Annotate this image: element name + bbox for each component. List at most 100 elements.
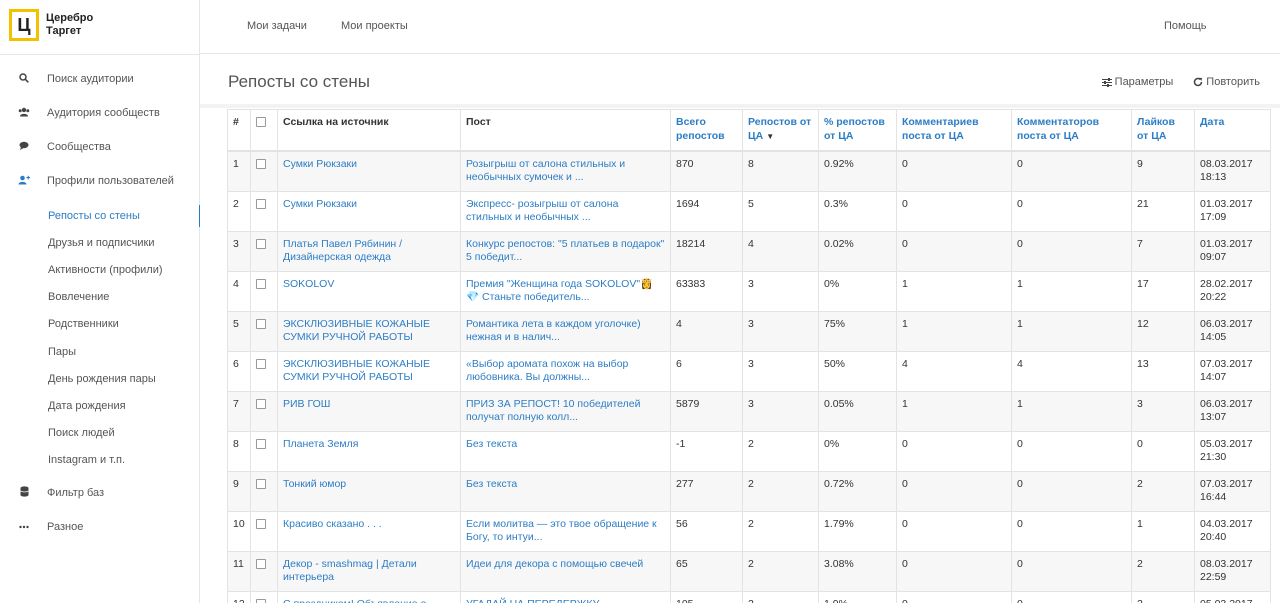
cell-comments: 0 xyxy=(896,550,1012,592)
cell-source[interactable]: Платья Павел Рябинин / Дизайнерская одеж… xyxy=(277,230,461,272)
reposts-table-container[interactable]: # Ссылка на источник Пост Всего репостов… xyxy=(227,109,1280,603)
sidebar-subitem-friends-followers[interactable]: Друзья и подписчики xyxy=(0,229,200,256)
cell-post[interactable]: Романтика лета в каждом уголочке) нежная… xyxy=(460,310,671,352)
cell-commenters: 0 xyxy=(1011,470,1132,512)
cell-source[interactable]: РИВ ГОШ xyxy=(277,390,461,432)
cell-source[interactable]: ЭКСКЛЮЗИВНЫЕ КОЖАНЫЕ СУМКИ РУЧНОЙ РАБОТЫ xyxy=(277,350,461,392)
column-header-commenters[interactable]: Комментаторов поста от ЦА xyxy=(1011,109,1132,152)
cell-post[interactable]: Без текста xyxy=(460,470,671,512)
cell-num: 8 xyxy=(227,430,251,472)
column-header-comments[interactable]: Комментариев поста от ЦА xyxy=(896,109,1012,152)
sidebar-subitem-couples[interactable]: Пары xyxy=(0,338,200,365)
row-checkbox[interactable] xyxy=(256,198,266,209)
page-title: Репосты со стены xyxy=(228,72,370,91)
cell-source[interactable]: Тонкий юмор xyxy=(277,470,461,512)
help-link[interactable]: Помощь xyxy=(1164,20,1207,32)
cell-select xyxy=(250,430,278,472)
cell-total: -1 xyxy=(670,430,743,472)
sidebar-item-communities[interactable]: Сообщества xyxy=(0,130,200,164)
cell-commenters: 0 xyxy=(1011,590,1132,603)
sidebar-item-label: Разное xyxy=(47,520,84,533)
cell-post[interactable]: «Выбор аромата похож на выбор любовника.… xyxy=(460,350,671,392)
cell-num: 10 xyxy=(227,510,251,552)
logo-mark: Ц xyxy=(9,9,39,41)
cell-commenters: 0 xyxy=(1011,230,1132,272)
cell-num: 1 xyxy=(227,150,251,192)
sidebar-item-user-profiles[interactable]: Профили пользователей xyxy=(0,164,200,198)
row-checkbox[interactable] xyxy=(256,518,266,529)
column-header-reposts-ca[interactable]: Репостов от ЦА ▼ xyxy=(742,109,819,152)
row-checkbox[interactable] xyxy=(256,558,266,569)
logo[interactable]: Ц Церебро Таргет xyxy=(9,9,93,41)
sidebar-item-misc[interactable]: Разное xyxy=(0,510,200,544)
row-checkbox[interactable] xyxy=(256,278,266,289)
refresh-icon xyxy=(1194,77,1203,87)
cell-post[interactable]: Экспресс- розыгрыш от салона стильных и … xyxy=(460,190,671,232)
cell-commenters: 0 xyxy=(1011,150,1132,192)
cell-likes: 2 xyxy=(1131,550,1195,592)
repeat-button[interactable]: Повторить xyxy=(1193,76,1260,88)
row-checkbox[interactable] xyxy=(256,318,266,329)
sidebar-item-base-filter[interactable]: Фильтр баз xyxy=(0,476,200,510)
sidebar-item-community-audience[interactable]: Аудитория сообществ xyxy=(0,96,200,130)
cell-reposts-ca: 2 xyxy=(742,510,819,552)
cell-comments: 4 xyxy=(896,350,1012,392)
sidebar-subitem-birth-date[interactable]: Дата рождения xyxy=(0,392,200,419)
row-checkbox[interactable] xyxy=(256,598,266,603)
cell-source[interactable]: Сумки Рюкзаки xyxy=(277,190,461,232)
cell-likes: 7 xyxy=(1131,230,1195,272)
column-header-date[interactable]: Дата xyxy=(1194,109,1271,152)
sidebar-subitem-instagram[interactable]: Instagram и т.п. xyxy=(0,447,200,474)
row-checkbox[interactable] xyxy=(256,358,266,369)
cell-select xyxy=(250,590,278,603)
cell-comments: 0 xyxy=(896,470,1012,512)
sidebar-subitem-engagement[interactable]: Вовлечение xyxy=(0,284,200,311)
cell-select xyxy=(250,470,278,512)
cell-source[interactable]: С праздником! Объявление о xyxy=(277,590,461,603)
cell-source[interactable]: Декор - smashmag | Детали интерьера xyxy=(277,550,461,592)
select-all-checkbox[interactable] xyxy=(256,117,266,127)
sidebar-item-label: Аудитория сообществ xyxy=(47,107,160,119)
cell-post[interactable]: УГАДАЙ НА ПЕРЕДЕРЖКУ xyxy=(460,590,671,603)
cell-post[interactable]: Идеи для декора с помощью свечей xyxy=(460,550,671,592)
cell-post[interactable]: Премия "Женщина года SOKOLOV"👸💎 Станьте … xyxy=(460,270,671,312)
column-header-total[interactable]: Всего репостов xyxy=(670,109,743,152)
cell-source[interactable]: Планета Земля xyxy=(277,430,461,472)
logo-line-1: Церебро xyxy=(46,12,94,24)
cell-source[interactable]: Сумки Рюкзаки xyxy=(277,150,461,192)
row-checkbox[interactable] xyxy=(256,398,266,409)
cell-num: 6 xyxy=(227,350,251,392)
my-projects-link[interactable]: Мои проекты xyxy=(341,20,408,32)
row-checkbox[interactable] xyxy=(256,238,266,249)
column-header-label: Репостов от ЦА xyxy=(748,116,812,142)
parameters-button[interactable]: Параметры xyxy=(1101,76,1173,88)
sidebar-subitem-wall-reposts[interactable]: Репосты со стены xyxy=(0,202,201,229)
cell-post[interactable]: Без текста xyxy=(460,430,671,472)
cell-total: 5879 xyxy=(670,390,743,432)
sidebar-subitem-people-search[interactable]: Поиск людей xyxy=(0,420,200,447)
cell-post[interactable]: ПРИЗ ЗА РЕПОСТ! 10 победителей получат п… xyxy=(460,390,671,432)
cell-post[interactable]: Если молитва — это твое обращение к Богу… xyxy=(460,510,671,552)
row-checkbox[interactable] xyxy=(256,158,266,169)
sidebar-subitem-partner-birthday[interactable]: День рождения пары xyxy=(0,365,200,392)
cell-post[interactable]: Конкурс репостов: "5 платьев в подарок" … xyxy=(460,230,671,272)
row-checkbox[interactable] xyxy=(256,478,266,489)
sidebar-subitem-activities[interactable]: Активности (профили) xyxy=(0,256,200,283)
my-tasks-link[interactable]: Мои задачи xyxy=(247,20,307,32)
sidebar-subitem-relatives[interactable]: Родственники xyxy=(0,311,200,338)
cell-comments: 0 xyxy=(896,510,1012,552)
ellipsis-icon xyxy=(18,521,30,532)
cell-commenters: 0 xyxy=(1011,550,1132,592)
cell-total: 18214 xyxy=(670,230,743,272)
row-checkbox[interactable] xyxy=(256,438,266,449)
column-header-pct[interactable]: % репостов от ЦА xyxy=(818,109,897,152)
cell-source[interactable]: SOKOLOV xyxy=(277,270,461,312)
cell-likes: 2 xyxy=(1131,590,1195,603)
cell-post[interactable]: Розыгрыш от салона стильных и необычных … xyxy=(460,150,671,192)
column-header-likes[interactable]: Лайков от ЦА xyxy=(1131,109,1195,152)
cell-commenters: 1 xyxy=(1011,310,1132,352)
sidebar-item-audience-search[interactable]: Поиск аудитории xyxy=(0,62,200,96)
cell-source[interactable]: Красиво сказано . . . xyxy=(277,510,461,552)
cell-source[interactable]: ЭКСКЛЮЗИВНЫЕ КОЖАНЫЕ СУМКИ РУЧНОЙ РАБОТЫ xyxy=(277,310,461,352)
cell-likes: 12 xyxy=(1131,310,1195,352)
